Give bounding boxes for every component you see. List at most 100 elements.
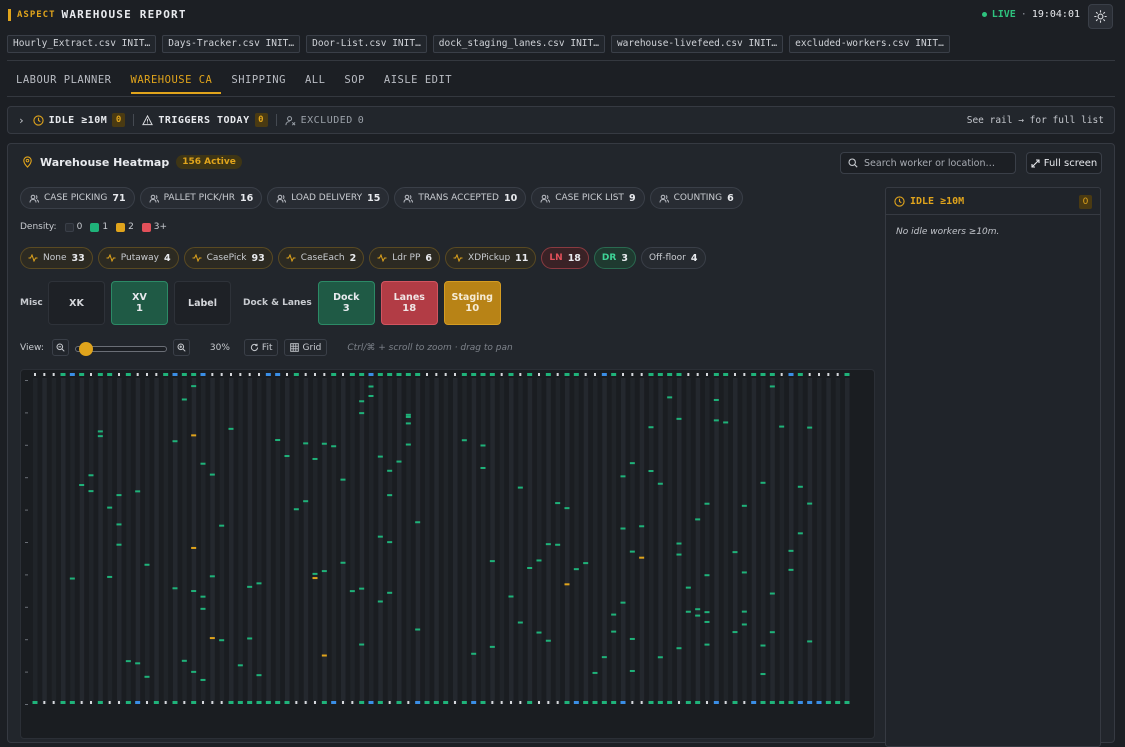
location-marker: [640, 701, 643, 704]
task-chip[interactable]: COUNTING 6: [649, 187, 743, 209]
aisle-column: [294, 378, 299, 704]
location-marker: [844, 701, 850, 704]
worker-marker: [760, 481, 766, 484]
worker-marker: [788, 568, 794, 571]
file-chip[interactable]: warehouse-livefeed.csv INIT…: [610, 35, 784, 53]
category-chip-dr[interactable]: DR 3: [593, 247, 636, 269]
zone-xk-button[interactable]: XK: [48, 281, 105, 325]
aisle-column: [51, 378, 57, 704]
worker-marker: [629, 550, 635, 553]
tab-all[interactable]: ALL: [305, 74, 334, 94]
category-chip-off-floor[interactable]: Off-floor 4: [640, 247, 706, 269]
zone-dock-button[interactable]: Dock 3: [317, 281, 375, 325]
search-box[interactable]: [840, 152, 1016, 174]
category-count: 6: [425, 252, 433, 264]
task-chip[interactable]: CASE PICKING 71: [20, 187, 135, 209]
tab-sop[interactable]: SOP: [344, 74, 373, 94]
worker-marker: [116, 494, 122, 497]
file-chip[interactable]: Hourly_Extract.csv INIT…: [7, 35, 157, 53]
heatmap-canvas[interactable]: [20, 369, 875, 739]
density-level: 1: [90, 222, 108, 232]
task-chip[interactable]: TRANS ACCEPTED 10: [394, 187, 527, 209]
worker-marker: [676, 553, 682, 556]
task-chip[interactable]: PALLET PICK/HR 16: [139, 187, 263, 209]
worker-marker: [256, 582, 262, 585]
location-marker: [594, 373, 596, 376]
location-marker: [368, 373, 374, 376]
category-chip[interactable]: CaseEach 2: [277, 247, 365, 269]
location-marker: [90, 373, 92, 376]
excluded-alert[interactable]: EXCLUDED 0: [285, 115, 365, 126]
file-chip[interactable]: excluded-workers.csv INIT…: [789, 35, 950, 53]
category-chip[interactable]: None 33: [20, 247, 93, 269]
active-count-badge: 156 Active: [176, 155, 242, 169]
worker-marker: [387, 494, 393, 497]
zoom-out-button[interactable]: [51, 339, 69, 356]
grid-button[interactable]: Grid: [284, 339, 328, 356]
category-chip-ln[interactable]: LN 18: [541, 247, 589, 269]
aisle-column: [201, 378, 206, 704]
activity-icon: [28, 254, 38, 262]
fit-button[interactable]: Fit: [243, 339, 279, 356]
location-marker: [500, 701, 503, 704]
density-label: Density:: [20, 222, 57, 232]
category-chip[interactable]: Ldr PP 6: [369, 247, 441, 269]
location-marker: [239, 373, 242, 376]
zoom-slider[interactable]: [74, 341, 167, 356]
density-swatch: [141, 222, 151, 232]
worker-marker: [536, 559, 542, 562]
zone-label-button[interactable]: Label: [174, 281, 231, 325]
category-chip[interactable]: XDPickup 11: [445, 247, 537, 269]
expand-alerts-button[interactable]: ›: [18, 114, 25, 127]
worker-marker: [695, 518, 701, 521]
location-marker: [163, 373, 169, 376]
location-marker: [314, 701, 316, 704]
zone-staging-button[interactable]: Staging 10: [443, 281, 501, 325]
category-chip[interactable]: CasePick 93: [183, 247, 273, 269]
density-swatch: [116, 222, 126, 232]
search-input[interactable]: [864, 157, 1014, 169]
worker-marker: [648, 470, 654, 473]
task-chip[interactable]: CASE PICK LIST 9: [531, 187, 645, 209]
worker-marker: [676, 417, 682, 420]
worker-marker: [275, 439, 281, 442]
tab-warehouse-ca[interactable]: WAREHOUSE CA: [130, 74, 222, 94]
worker-marker: [312, 572, 318, 575]
worker-marker: [769, 592, 775, 595]
worker-marker: [219, 639, 225, 642]
location-marker: [275, 373, 281, 376]
location-marker: [396, 373, 402, 376]
aisle-column: [247, 378, 253, 704]
worker-marker: [760, 644, 766, 647]
zone-xv-button[interactable]: XV 1: [111, 281, 168, 325]
sun-icon: [1094, 10, 1107, 23]
task-chip[interactable]: LOAD DELIVERY 15: [267, 187, 390, 209]
task-count: 6: [727, 192, 734, 204]
ruler-tick: [25, 412, 28, 414]
triggers-alert[interactable]: TRIGGERS TODAY 0: [142, 113, 268, 127]
category-label: LN: [549, 253, 563, 263]
file-chip[interactable]: Door-List.csv INIT…: [306, 35, 427, 53]
file-chip[interactable]: Days-Tracker.csv INIT…: [162, 35, 301, 53]
zoom-slider-thumb[interactable]: [78, 341, 93, 356]
location-marker: [601, 701, 607, 704]
tab-labour-planner[interactable]: LABOUR PLANNER: [16, 74, 121, 94]
zone-lanes-button[interactable]: Lanes 18: [380, 281, 438, 325]
location-marker: [685, 701, 691, 704]
worker-marker: [387, 541, 393, 544]
idle-alert[interactable]: IDLE ≥10M 0: [32, 113, 126, 127]
file-chip[interactable]: dock_staging_lanes.csv INIT…: [432, 35, 605, 53]
location-marker: [211, 701, 214, 704]
worker-marker: [807, 640, 813, 643]
tab-aisle-edit[interactable]: AISLE EDIT: [384, 74, 461, 94]
tab-shipping[interactable]: SHIPPING: [231, 74, 295, 94]
location-marker: [97, 373, 103, 376]
location-marker: [743, 373, 746, 376]
zoom-in-button[interactable]: [172, 339, 190, 356]
category-chip[interactable]: Putaway 4: [97, 247, 179, 269]
theme-toggle-button[interactable]: [1088, 4, 1113, 29]
worker-marker: [657, 482, 663, 485]
worker-marker: [107, 575, 113, 578]
fullscreen-button[interactable]: Full screen: [1026, 152, 1102, 174]
aisle-column: [154, 378, 159, 704]
